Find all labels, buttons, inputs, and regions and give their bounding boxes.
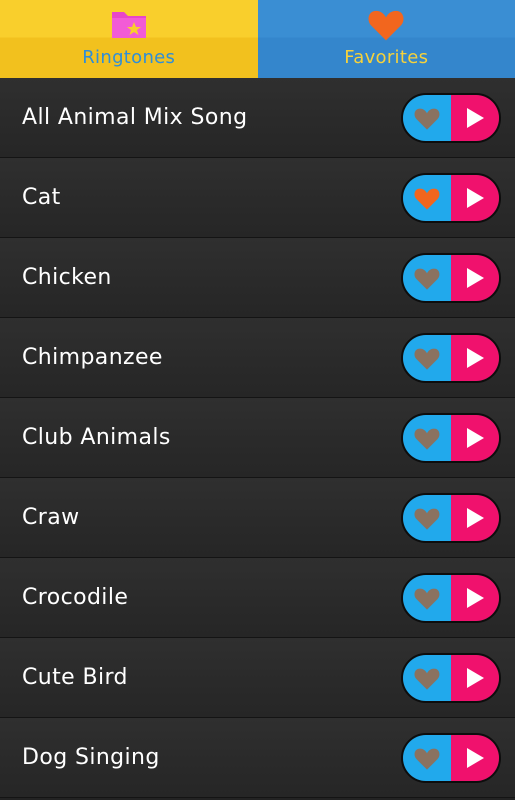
- heart-icon: [414, 748, 440, 770]
- ringtone-name: Club Animals: [22, 425, 171, 450]
- folder-star-icon: [110, 6, 148, 44]
- ringtone-name: Chicken: [22, 265, 112, 290]
- ringtone-name: Dog Singing: [22, 745, 160, 770]
- list-item[interactable]: Chimpanzee: [0, 318, 515, 398]
- play-button[interactable]: [451, 574, 499, 621]
- ringtone-actions: [401, 732, 501, 783]
- ringtone-actions: [401, 412, 501, 463]
- heart-icon: [414, 348, 440, 370]
- heart-icon: [414, 588, 440, 610]
- ringtone-actions: [401, 332, 501, 383]
- ringtone-list: All Animal Mix Song Cat Chicken Chimpanzee C…: [0, 78, 515, 798]
- heart-icon: [414, 108, 440, 130]
- favorite-button[interactable]: [403, 174, 451, 221]
- play-icon: [467, 107, 484, 128]
- play-icon: [467, 427, 484, 448]
- play-button[interactable]: [451, 414, 499, 461]
- play-icon: [467, 347, 484, 368]
- ringtone-actions: [401, 492, 501, 543]
- ringtone-actions: [401, 172, 501, 223]
- play-icon: [467, 587, 484, 608]
- play-button[interactable]: [451, 174, 499, 221]
- list-item[interactable]: Chicken: [0, 238, 515, 318]
- favorite-button[interactable]: [403, 494, 451, 541]
- ringtone-name: Cute Bird: [22, 665, 128, 690]
- play-button[interactable]: [451, 254, 499, 301]
- ringtone-actions: [401, 252, 501, 303]
- play-button[interactable]: [451, 734, 499, 781]
- ringtone-name: Craw: [22, 505, 80, 530]
- play-icon: [467, 667, 484, 688]
- play-icon: [467, 187, 484, 208]
- list-item[interactable]: Cute Bird: [0, 638, 515, 718]
- favorite-button[interactable]: [403, 94, 451, 141]
- list-item[interactable]: Crocodile: [0, 558, 515, 638]
- favorite-button[interactable]: [403, 734, 451, 781]
- play-icon: [467, 507, 484, 528]
- favorite-button[interactable]: [403, 254, 451, 301]
- tab-ringtones[interactable]: Ringtones: [0, 0, 258, 78]
- tab-favorites-label: Favorites: [344, 47, 429, 68]
- play-icon: [467, 747, 484, 768]
- list-item[interactable]: Club Animals: [0, 398, 515, 478]
- list-item[interactable]: Cat: [0, 158, 515, 238]
- list-item[interactable]: All Animal Mix Song: [0, 78, 515, 158]
- tab-ringtones-label: Ringtones: [82, 47, 176, 68]
- play-button[interactable]: [451, 334, 499, 381]
- ringtone-name: Crocodile: [22, 585, 129, 610]
- favorite-button[interactable]: [403, 654, 451, 701]
- ringtone-actions: [401, 572, 501, 623]
- list-item[interactable]: Craw: [0, 478, 515, 558]
- ringtone-actions: [401, 92, 501, 143]
- play-button[interactable]: [451, 94, 499, 141]
- heart-icon: [414, 188, 440, 210]
- play-icon: [467, 267, 484, 288]
- list-item[interactable]: Dog Singing: [0, 718, 515, 798]
- ringtone-actions: [401, 652, 501, 703]
- favorite-button[interactable]: [403, 414, 451, 461]
- tab-favorites[interactable]: Favorites: [257, 0, 515, 78]
- heart-icon: [366, 6, 406, 46]
- heart-icon: [414, 668, 440, 690]
- ringtone-name: Cat: [22, 185, 61, 210]
- heart-icon: [414, 268, 440, 290]
- favorite-button[interactable]: [403, 574, 451, 621]
- tab-bar: Ringtones Favorites: [0, 0, 515, 78]
- play-button[interactable]: [451, 494, 499, 541]
- heart-icon: [414, 428, 440, 450]
- favorite-button[interactable]: [403, 334, 451, 381]
- ringtone-name: Chimpanzee: [22, 345, 163, 370]
- play-button[interactable]: [451, 654, 499, 701]
- heart-icon: [414, 508, 440, 530]
- ringtone-name: All Animal Mix Song: [22, 105, 248, 130]
